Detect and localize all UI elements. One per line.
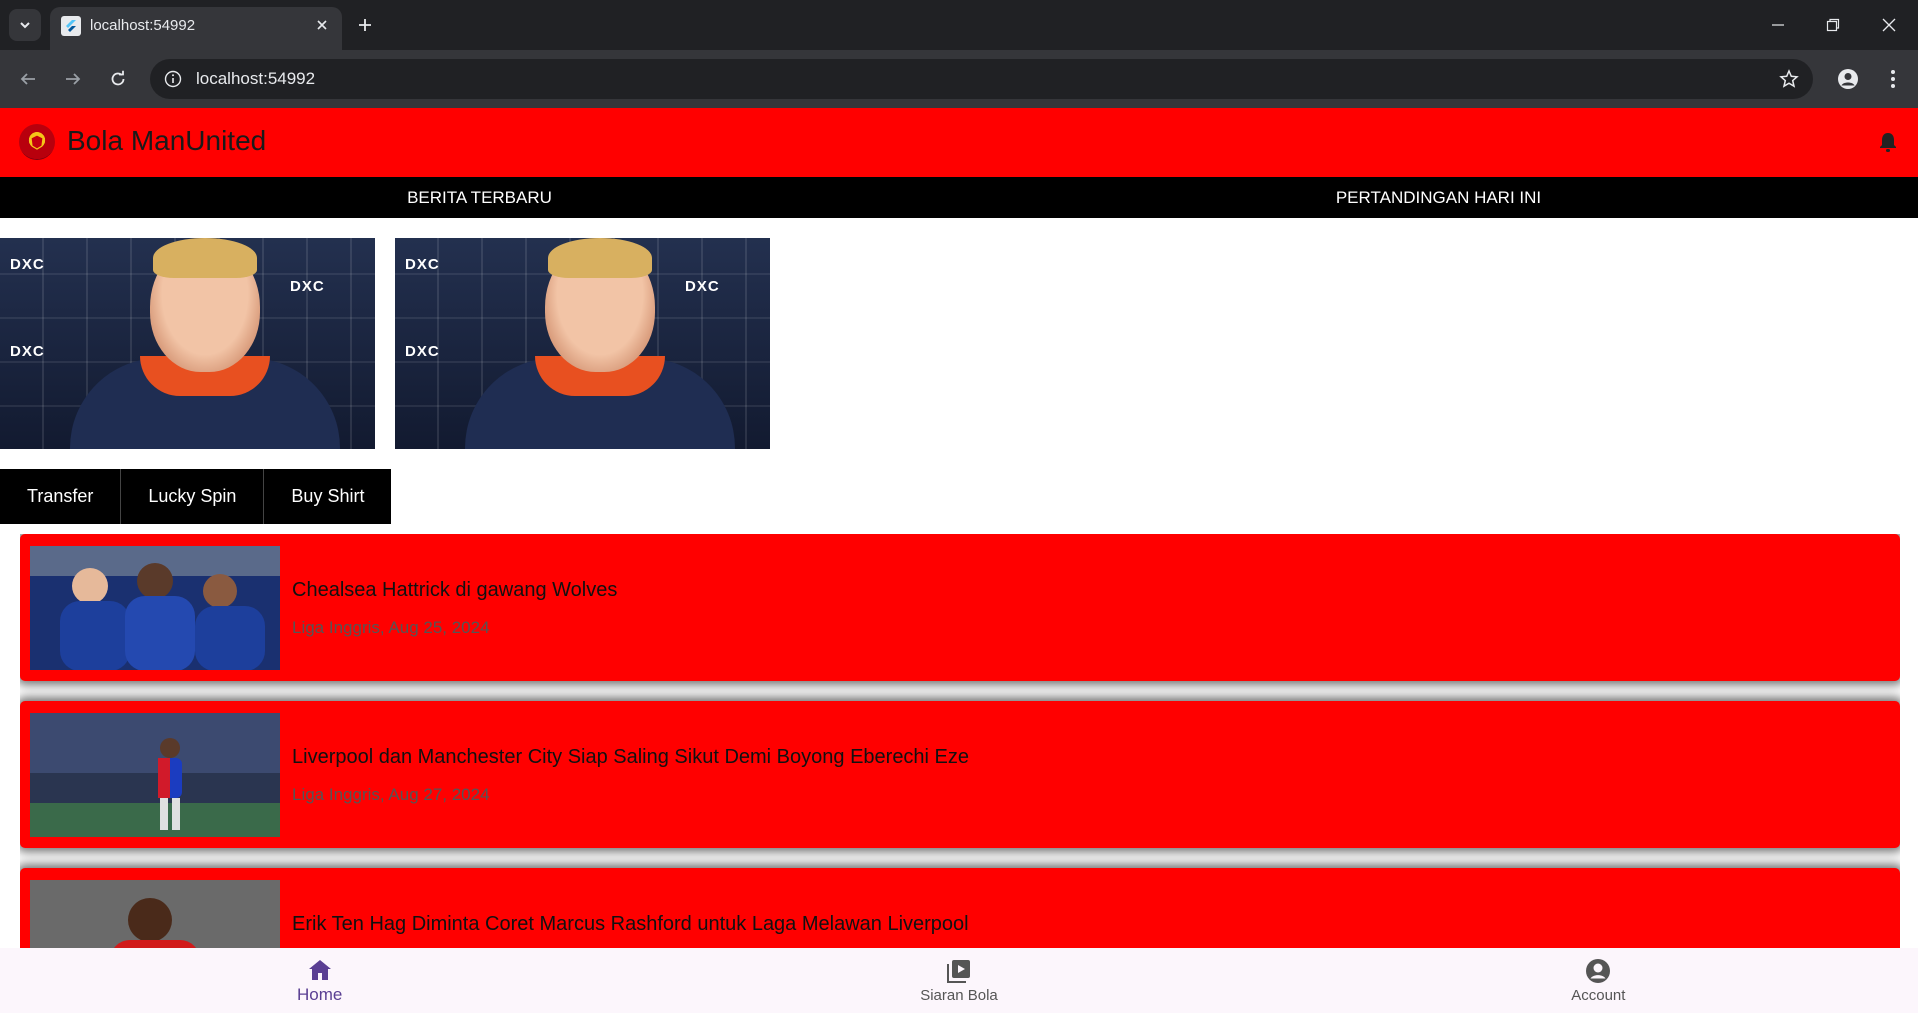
- profile-icon: [1838, 69, 1858, 89]
- browser-toolbar: localhost:54992: [0, 50, 1918, 108]
- chevron-down-icon: [20, 22, 30, 29]
- bookmark-star-icon[interactable]: [1777, 67, 1801, 91]
- banner-sponsor-logo: DXC: [10, 256, 45, 273]
- bottom-navigation: Home Siaran Bola Account: [0, 948, 1918, 1013]
- news-list: Chealsea Hattrick di gawang Wolves Liga …: [20, 534, 1900, 948]
- reload-button[interactable]: [101, 62, 135, 96]
- address-bar[interactable]: localhost:54992: [150, 59, 1813, 99]
- nav-siaran-bola[interactable]: Siaran Bola: [639, 948, 1278, 1013]
- top-tab-bar: BERITA TERBARU PERTANDINGAN HARI INI: [0, 177, 1918, 218]
- browser-tabstrip: localhost:54992: [0, 0, 1918, 50]
- browser-menu-button[interactable]: [1876, 62, 1910, 96]
- minimize-button[interactable]: [1761, 10, 1795, 40]
- nav-home[interactable]: Home: [0, 948, 639, 1013]
- tab-pertandingan-hari-ini[interactable]: PERTANDINGAN HARI INI: [959, 177, 1918, 218]
- buy-shirt-button[interactable]: Buy Shirt: [264, 469, 391, 524]
- notification-bell-icon[interactable]: [1876, 130, 1900, 154]
- news-card[interactable]: Erik Ten Hag Diminta Coret Marcus Rashfo…: [20, 868, 1900, 948]
- banner-image[interactable]: DXC DXC DXC: [0, 238, 375, 449]
- banner-sponsor-logo: DXC: [685, 278, 720, 295]
- news-card[interactable]: Liverpool dan Manchester City Siap Salin…: [20, 701, 1900, 848]
- lucky-spin-button[interactable]: Lucky Spin: [121, 469, 265, 524]
- forward-button[interactable]: [56, 62, 90, 96]
- club-logo-icon: [19, 124, 55, 160]
- minimize-icon: [1772, 24, 1784, 26]
- plus-icon: [359, 19, 371, 31]
- reload-icon: [111, 70, 125, 86]
- new-tab-button[interactable]: [350, 10, 380, 40]
- site-info-icon[interactable]: [162, 68, 184, 90]
- profile-button[interactable]: [1831, 62, 1865, 96]
- close-window-button[interactable]: [1872, 10, 1906, 40]
- news-meta: Liga Inggris, Aug 25, 2024: [292, 618, 490, 637]
- close-icon: [1882, 18, 1896, 32]
- video-library-icon: [946, 960, 970, 983]
- banner-sponsor-logo: DXC: [405, 256, 440, 273]
- nav-home-label: Home: [296, 985, 343, 1004]
- news-card[interactable]: Chealsea Hattrick di gawang Wolves Liga …: [20, 534, 1900, 681]
- browser-tab[interactable]: localhost:54992: [50, 7, 342, 50]
- tab-search-button[interactable]: [9, 9, 41, 41]
- news-title: Liverpool dan Manchester City Siap Salin…: [292, 746, 970, 768]
- news-meta: Liga Inggris, Aug 27, 2024: [292, 785, 490, 804]
- news-thumbnail: [30, 880, 280, 948]
- news-thumbnail: [30, 713, 280, 837]
- banner-sponsor-logo: DXC: [405, 343, 440, 360]
- banner-image[interactable]: DXC DXC DXC: [395, 238, 770, 449]
- tab-berita-terbaru[interactable]: BERITA TERBARU: [0, 177, 959, 218]
- category-buttons: Transfer Lucky Spin Buy Shirt: [0, 469, 392, 524]
- banner-sponsor-logo: DXC: [10, 343, 45, 360]
- home-icon: [308, 960, 331, 980]
- arrow-right-icon: [66, 73, 81, 85]
- more-vert-icon: [1891, 70, 1895, 88]
- app-bar: Bola ManUnited: [0, 108, 1918, 177]
- news-thumbnail: [30, 546, 280, 670]
- nav-account-label: Account: [1571, 987, 1626, 1004]
- news-title: Erik Ten Hag Diminta Coret Marcus Rashfo…: [292, 913, 969, 935]
- nav-account[interactable]: Account: [1279, 948, 1918, 1013]
- flutter-icon: [61, 16, 81, 36]
- close-tab-icon[interactable]: [311, 14, 333, 36]
- account-circle-icon: [1586, 959, 1611, 983]
- app-title: Bola ManUnited: [67, 125, 267, 156]
- transfer-button[interactable]: Transfer: [0, 469, 122, 524]
- back-button[interactable]: [11, 62, 45, 96]
- tab-title: localhost:54992: [90, 17, 196, 34]
- banner-sponsor-logo: DXC: [290, 278, 325, 295]
- restore-icon: [1826, 18, 1840, 32]
- restore-button[interactable]: [1816, 10, 1850, 40]
- news-title: Chealsea Hattrick di gawang Wolves: [292, 579, 618, 601]
- arrow-left-icon: [20, 73, 35, 85]
- url-text: localhost:54992: [196, 69, 316, 88]
- nav-siaran-bola-label: Siaran Bola: [920, 987, 998, 1004]
